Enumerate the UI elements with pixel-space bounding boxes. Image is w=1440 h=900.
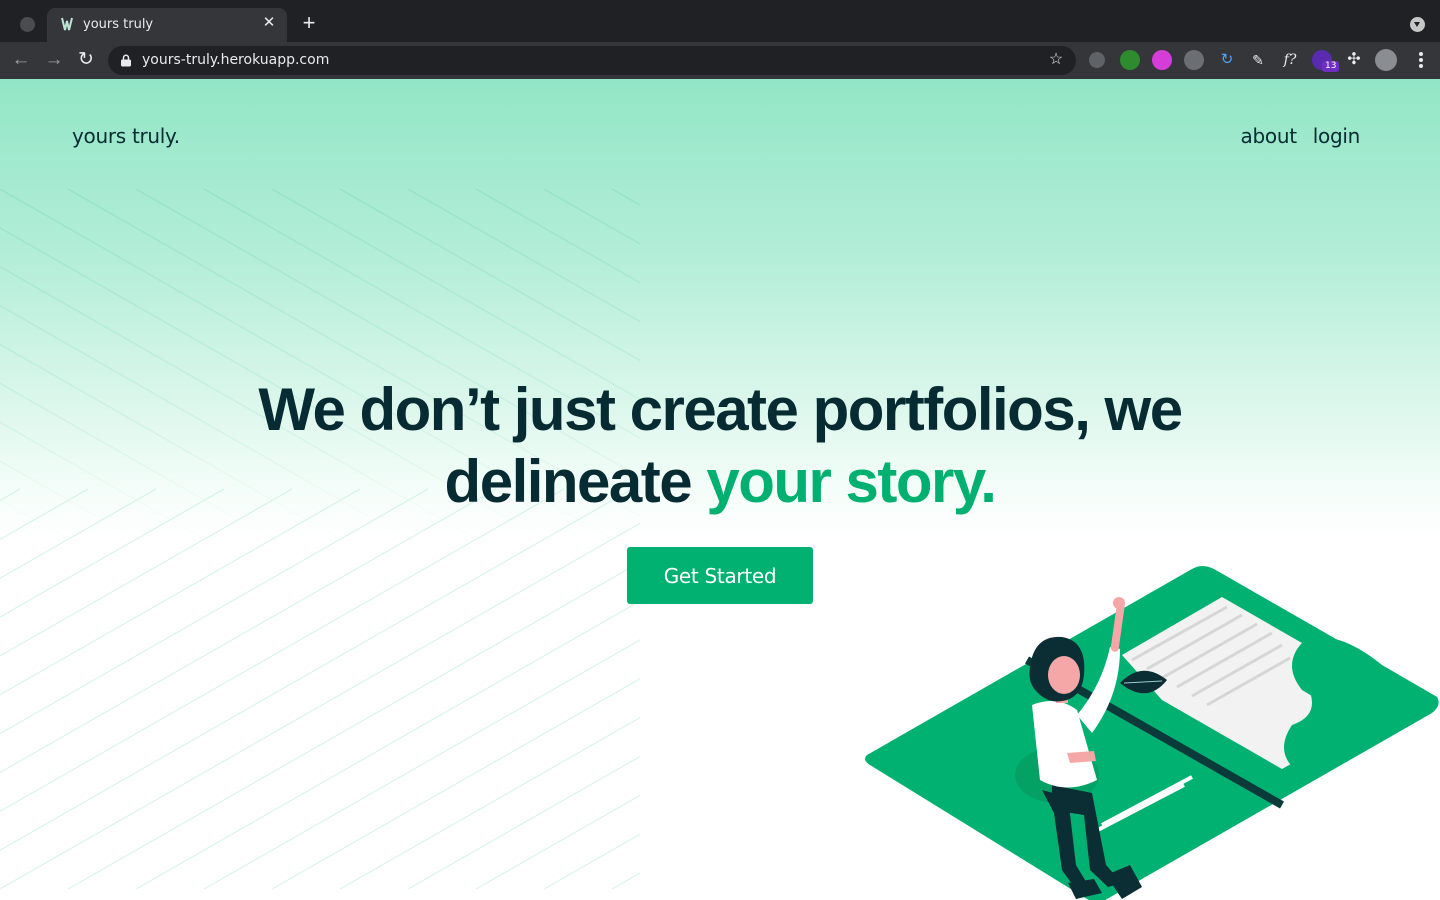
site-favicon-icon — [61, 17, 73, 31]
tab-search-dropdown-icon[interactable] — [1410, 17, 1425, 32]
arrow-right-icon[interactable]: → — [43, 49, 65, 71]
puzzle-icon[interactable]: ✣ — [1344, 50, 1364, 70]
get-started-button[interactable]: Get Started — [627, 547, 813, 604]
address-bar[interactable]: yours-truly.herokuapp.com ☆ — [108, 46, 1076, 75]
reload-icon[interactable]: ↻ — [75, 49, 97, 71]
browser-toolbar: ← → ↻ yours-truly.herokuapp.com ☆ ↻ ✎ f?… — [0, 42, 1440, 79]
extension-4-icon[interactable] — [1184, 50, 1204, 70]
extension-tree-icon[interactable] — [1120, 50, 1140, 70]
avatar[interactable] — [1375, 49, 1397, 71]
arrow-left-icon[interactable]: ← — [10, 49, 32, 71]
brand-logo[interactable]: yours truly. — [72, 124, 180, 148]
extension-fx-icon[interactable]: f? — [1280, 50, 1300, 70]
hero-headline: We don’t just create portfolios, we deli… — [0, 374, 1440, 518]
plus-icon[interactable]: + — [299, 12, 319, 34]
browser-tab-bar: yours truly ✕ + — [0, 0, 1440, 42]
page: yours truly. about login We don’t just c… — [0, 79, 1440, 900]
extension-pen-icon[interactable]: ✎ — [1248, 50, 1268, 70]
extension-1-icon[interactable] — [1089, 52, 1105, 68]
tab-title: yours truly — [83, 17, 154, 32]
browser-tab[interactable]: yours truly ✕ — [47, 8, 287, 42]
url-text: yours-truly.herokuapp.com — [142, 52, 330, 68]
lock-icon — [121, 54, 131, 67]
extension-3-icon[interactable] — [1152, 50, 1172, 70]
headline-accent: your story. — [706, 448, 997, 515]
headline-line-1: We don’t just create portfolios, we — [258, 376, 1183, 443]
extension-badge-icon[interactable]: 13 — [1312, 50, 1340, 72]
tab-search-icon[interactable] — [20, 17, 35, 32]
kebab-menu-icon[interactable] — [1418, 51, 1424, 69]
extension-badge: 13 — [1322, 61, 1340, 72]
star-icon[interactable]: ☆ — [1046, 50, 1066, 70]
close-icon[interactable]: ✕ — [261, 15, 277, 31]
hero-illustration — [865, 566, 1439, 900]
nav-link-login[interactable]: login — [1313, 124, 1361, 148]
extension-5-icon[interactable]: ↻ — [1217, 50, 1237, 70]
main-nav: about login — [1241, 124, 1361, 148]
grid-background — [0, 189, 640, 889]
nav-link-about[interactable]: about — [1241, 124, 1298, 148]
headline-line-2-prefix: delineate — [444, 448, 707, 515]
